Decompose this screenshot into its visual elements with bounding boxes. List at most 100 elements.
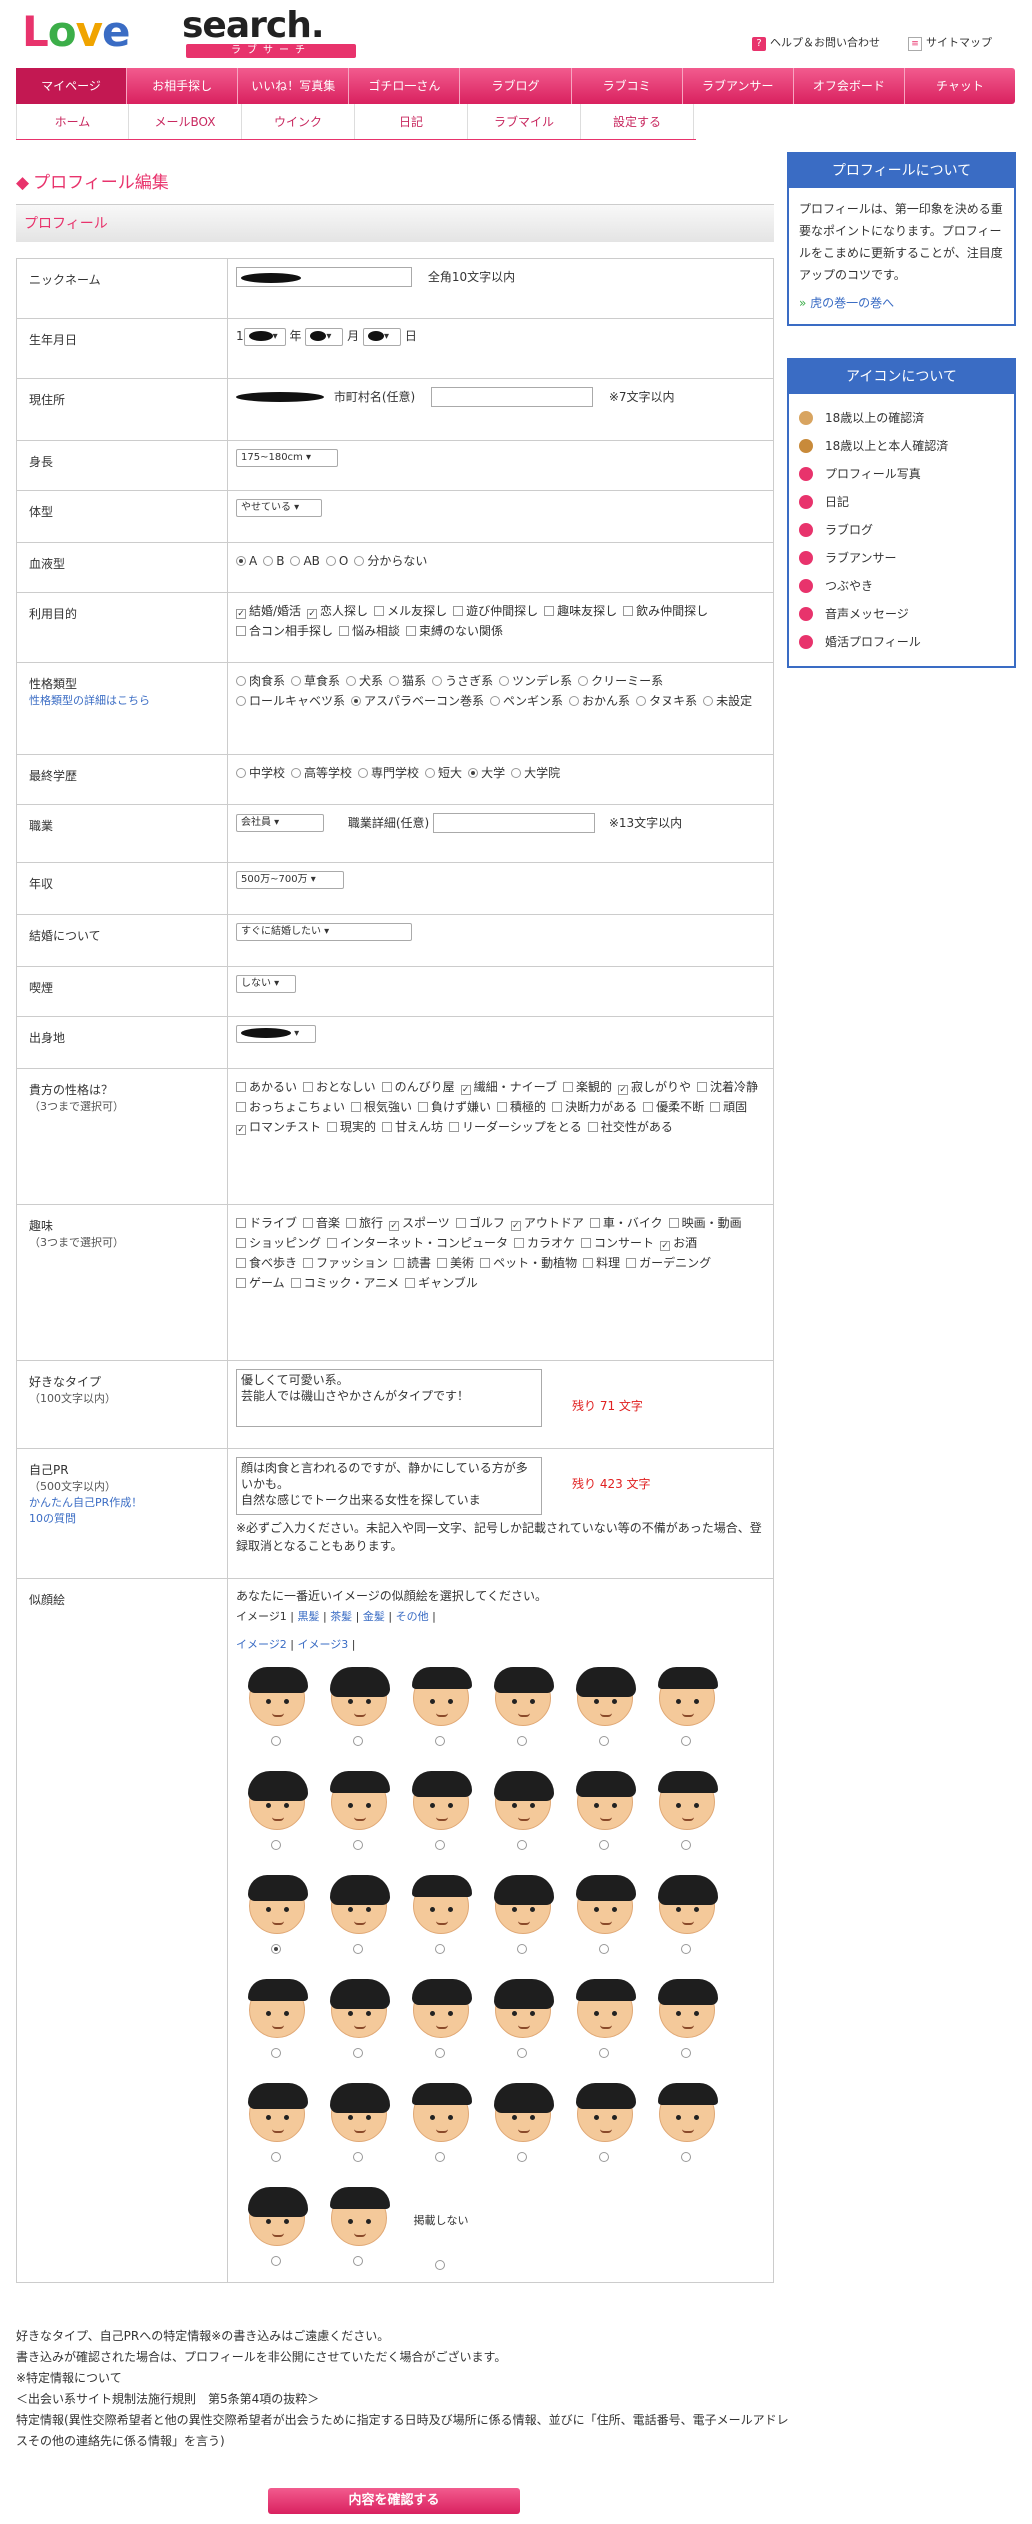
purpose-option[interactable]: ✓ 結婚/婚活: [236, 601, 301, 621]
avatar-option[interactable]: [482, 1976, 564, 2066]
avatar-radio[interactable]: [516, 1736, 527, 1746]
radio-button[interactable]: [325, 556, 336, 566]
checkbox[interactable]: ✓: [236, 609, 246, 619]
gnav-gochiro[interactable]: ゴチロ一さん: [349, 68, 461, 104]
checkbox[interactable]: [453, 606, 464, 616]
avatar-radio[interactable]: [680, 1944, 691, 1954]
avatar-option[interactable]: [646, 1976, 728, 2066]
personality-option[interactable]: 積極的: [497, 1097, 546, 1117]
snav-lovemile[interactable]: ラブマイル: [468, 104, 581, 139]
hobby-option[interactable]: ファッション: [303, 1253, 388, 1273]
gnav-lovelog[interactable]: ラブログ: [460, 68, 572, 104]
radio-button[interactable]: [578, 676, 589, 686]
purpose-option[interactable]: 悩み相談: [339, 621, 400, 641]
gnav-search[interactable]: お相手探し: [127, 68, 239, 104]
radio-button[interactable]: [291, 768, 302, 778]
hobby-option[interactable]: 食べ歩き: [236, 1253, 297, 1273]
hobby-option[interactable]: 旅行: [346, 1213, 383, 1233]
avatar-radio[interactable]: [270, 1944, 281, 1954]
height-select[interactable]: 175~180cm ▾: [236, 449, 338, 467]
help-link[interactable]: ? ヘルプ＆お問い合わせ: [752, 34, 880, 51]
radio-button[interactable]: [432, 676, 443, 686]
checkbox[interactable]: [327, 1238, 338, 1248]
snav-wink[interactable]: ウインク: [242, 104, 355, 139]
hobby-option[interactable]: 料理: [583, 1253, 620, 1273]
edu-option[interactable]: 大学院: [511, 763, 560, 783]
purpose-option[interactable]: メル友探し: [374, 601, 447, 621]
radio-button[interactable]: [389, 676, 400, 686]
radio-button[interactable]: [236, 676, 246, 686]
checkbox[interactable]: [587, 1122, 598, 1132]
personality-option[interactable]: リーダーシップをとる: [449, 1117, 582, 1137]
address-pref-redacted[interactable]: [236, 392, 324, 402]
gnav-mypage[interactable]: マイページ: [16, 68, 128, 104]
radio-button[interactable]: [425, 768, 436, 778]
snav-home[interactable]: ホーム: [16, 104, 129, 139]
checkbox[interactable]: [710, 1102, 721, 1112]
avatar-option[interactable]: [646, 1768, 728, 1858]
income-select[interactable]: 500万~700万 ▾: [236, 871, 344, 889]
blood-option[interactable]: B: [263, 551, 284, 571]
ptype-option[interactable]: うさぎ系: [432, 671, 493, 691]
avatar-tab-image2[interactable]: イメージ2: [236, 1638, 287, 1651]
birth-day-select[interactable]: ▾: [362, 327, 401, 346]
hobby-option[interactable]: ✓ アウトドア: [510, 1213, 584, 1233]
radio-button[interactable]: [351, 696, 362, 706]
job-detail-input[interactable]: [433, 813, 596, 833]
avatar-option[interactable]: [564, 1976, 646, 2066]
avatar-tab-blond[interactable]: 金髪: [363, 1610, 385, 1623]
checkbox[interactable]: [327, 1122, 338, 1132]
personality-option[interactable]: 沈着冷静: [696, 1077, 758, 1097]
checkbox[interactable]: ✓: [617, 1085, 628, 1095]
checkbox[interactable]: [589, 1218, 600, 1228]
checkbox[interactable]: [346, 1218, 357, 1228]
avatar-radio[interactable]: [434, 1944, 445, 1954]
checkbox[interactable]: [394, 1258, 405, 1268]
avatar-option[interactable]: [564, 2080, 646, 2170]
checkbox[interactable]: [696, 1082, 707, 1092]
snav-mailbox[interactable]: メールBOX: [129, 104, 242, 139]
checkbox[interactable]: [236, 1082, 246, 1092]
hobby-option[interactable]: インターネット・コンピュータ: [327, 1233, 508, 1253]
avatar-radio[interactable]: [434, 1736, 445, 1746]
avatar-option[interactable]: [482, 1768, 564, 1858]
checkbox[interactable]: [668, 1218, 679, 1228]
checkbox[interactable]: ✓: [460, 1085, 471, 1095]
avatar-tab-black[interactable]: 黒髪: [297, 1610, 319, 1623]
personality-option[interactable]: 社交性がある: [587, 1117, 673, 1137]
avatar-radio[interactable]: [352, 2048, 363, 2058]
ptype-option[interactable]: 未設定: [703, 691, 752, 711]
ptype-option[interactable]: アスパラベーコン巻系: [351, 691, 484, 711]
checkbox[interactable]: [583, 1258, 594, 1268]
gnav-chat[interactable]: チャット: [905, 68, 1015, 104]
purpose-option[interactable]: 趣味友探し: [544, 601, 617, 621]
avatar-radio[interactable]: [270, 2048, 281, 2058]
personality-option[interactable]: 甘えん坊: [382, 1117, 443, 1137]
avatar-radio[interactable]: [680, 2152, 691, 2162]
radio-button[interactable]: [290, 556, 301, 566]
avatar-option[interactable]: [318, 2184, 400, 2274]
personality-option[interactable]: 頑固: [710, 1097, 747, 1117]
avatar-option[interactable]: [564, 1664, 646, 1754]
radio-button[interactable]: [490, 696, 501, 706]
avatar-option[interactable]: [318, 1768, 400, 1858]
hobby-option[interactable]: ゲーム: [236, 1273, 285, 1293]
checkbox[interactable]: ✓: [510, 1221, 521, 1231]
pr-textarea[interactable]: 顔は肉食と言われるのですが、静かにしている方が多いかも。 自然な感じでトーク出来…: [236, 1457, 542, 1515]
hobby-option[interactable]: 車・バイク: [589, 1213, 663, 1233]
checkbox[interactable]: [303, 1218, 314, 1228]
blood-option[interactable]: 分からない: [354, 551, 427, 571]
avatar-radio[interactable]: [352, 1736, 363, 1746]
ptype-option[interactable]: おかん系: [569, 691, 630, 711]
hobby-option[interactable]: カラオケ: [514, 1233, 575, 1253]
birth-year-select[interactable]: ▾: [243, 327, 286, 346]
avatar-option[interactable]: [482, 2080, 564, 2170]
checkbox[interactable]: [497, 1102, 508, 1112]
avatar-radio[interactable]: [516, 1944, 527, 1954]
checkbox[interactable]: [623, 606, 634, 616]
personality-option[interactable]: ✓ 寂しがりや: [617, 1077, 691, 1097]
tiger-scroll-link[interactable]: 虎の巻一の巻へ: [810, 296, 894, 310]
checkbox[interactable]: [381, 1082, 392, 1092]
ptype-option[interactable]: ペンギン系: [490, 691, 563, 711]
hobby-option[interactable]: コミック・アニメ: [290, 1273, 399, 1293]
